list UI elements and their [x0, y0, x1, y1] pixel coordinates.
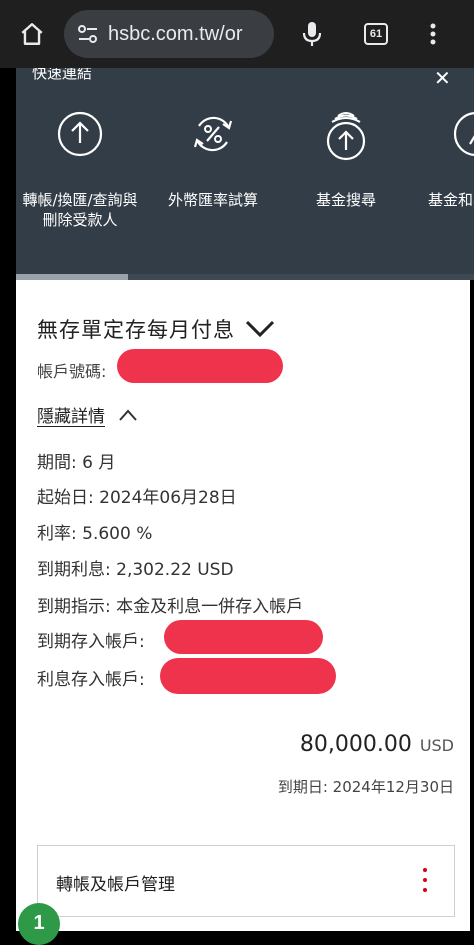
detail-start-date: 起始日: 2024年06月28日 — [37, 488, 237, 508]
quick-link-transfer[interactable]: 轉帳/換匯/查詢與刪除受款人 — [20, 110, 140, 230]
tab-count-badge: 61 — [364, 23, 388, 45]
redacted-account-number — [117, 349, 283, 383]
quick-link-fund-trade[interactable]: 基金和易 (t 8B — [416, 110, 474, 210]
site-settings-icon[interactable] — [76, 23, 100, 45]
account-selector[interactable]: 無存單定存每月付息 — [37, 314, 275, 344]
more-options-button[interactable] — [419, 868, 431, 902]
more-vertical-icon-dot — [423, 878, 427, 882]
account-detail-card: 無存單定存每月付息 帳戶號碼: 隱藏詳情 期間: 6 月 起始日: 2024年0… — [16, 280, 470, 931]
fx-calculator-icon — [193, 116, 233, 152]
fund-search-icon — [326, 112, 366, 161]
microphone-icon — [302, 22, 322, 46]
tab-switcher-button[interactable]: 61 — [358, 0, 394, 68]
close-quick-links-button[interactable]: ✕ — [434, 68, 451, 90]
notification-badge[interactable]: 1 — [18, 903, 60, 945]
amount-currency: USD — [419, 736, 454, 755]
more-vertical-icon — [430, 23, 436, 45]
principal-amount: 80,000.00 USD — [300, 732, 454, 757]
redacted-interest-account — [160, 658, 336, 694]
right-edge — [470, 280, 474, 931]
chevron-down-icon — [245, 320, 275, 338]
home-button[interactable] — [0, 0, 64, 68]
amount-value: 80,000.00 — [299, 732, 412, 757]
detail-interest-deposit-account: 利息存入帳戶: — [37, 670, 145, 690]
quick-link-label: 轉帳/換匯/查詢與刪除受款人 — [22, 191, 138, 229]
account-title: 無存單定存每月付息 — [37, 318, 235, 342]
detail-maturity-deposit-account: 到期存入帳戶: — [37, 632, 145, 652]
hide-details-link: 隱藏詳情 — [37, 407, 105, 427]
left-edge — [0, 68, 16, 931]
account-number-label: 帳戶號碼: — [37, 362, 107, 381]
browser-menu-button[interactable] — [418, 0, 448, 68]
detail-period: 期間: 6 月 — [37, 453, 116, 473]
transfer-arrow-icon — [57, 111, 103, 157]
more-vertical-icon-dot — [423, 888, 427, 892]
voice-search-button[interactable] — [292, 0, 332, 68]
quick-link-label: 外幣匯率試算 — [167, 191, 258, 209]
quick-links-title: 快速連結 — [32, 68, 93, 82]
quick-link-fund-search[interactable]: 基金搜尋 — [286, 110, 406, 210]
detail-rate: 利率: 5.600 % — [37, 524, 153, 544]
maturity-date: 到期日: 2024年12月30日 — [277, 778, 454, 796]
more-vertical-icon — [423, 868, 427, 872]
transfer-management-card[interactable]: 轉帳及帳戶管理 — [37, 845, 455, 917]
address-bar[interactable]: hsbc.com.tw/or — [64, 10, 274, 58]
detail-maturity-interest: 到期利息: 2,302.22 USD — [37, 560, 234, 580]
quick-link-fx-calculator[interactable]: 外幣匯率試算 — [153, 110, 273, 210]
quick-links-panel: 快速連結 ✕ 轉帳/換匯/查詢與刪除受款人 外幣匯率試算 基金搜尋 基金和 — [16, 68, 474, 280]
quick-link-label: 基金搜尋 — [315, 191, 376, 209]
redacted-maturity-account — [164, 620, 323, 654]
fund-trade-icon — [453, 111, 474, 157]
home-icon — [21, 23, 43, 45]
transfer-management-label: 轉帳及帳戶管理 — [56, 875, 175, 895]
hide-details-toggle[interactable]: 隱藏詳情 — [37, 402, 137, 427]
browser-toolbar: hsbc.com.tw/or 61 — [0, 0, 474, 68]
chevron-up-icon — [119, 408, 137, 421]
quick-link-label: 基金和易 (t 8B — [428, 191, 474, 209]
url-text: hsbc.com.tw/or — [108, 22, 243, 45]
detail-maturity-instruction: 到期指示: 本金及利息一併存入帳戶 — [37, 597, 304, 617]
